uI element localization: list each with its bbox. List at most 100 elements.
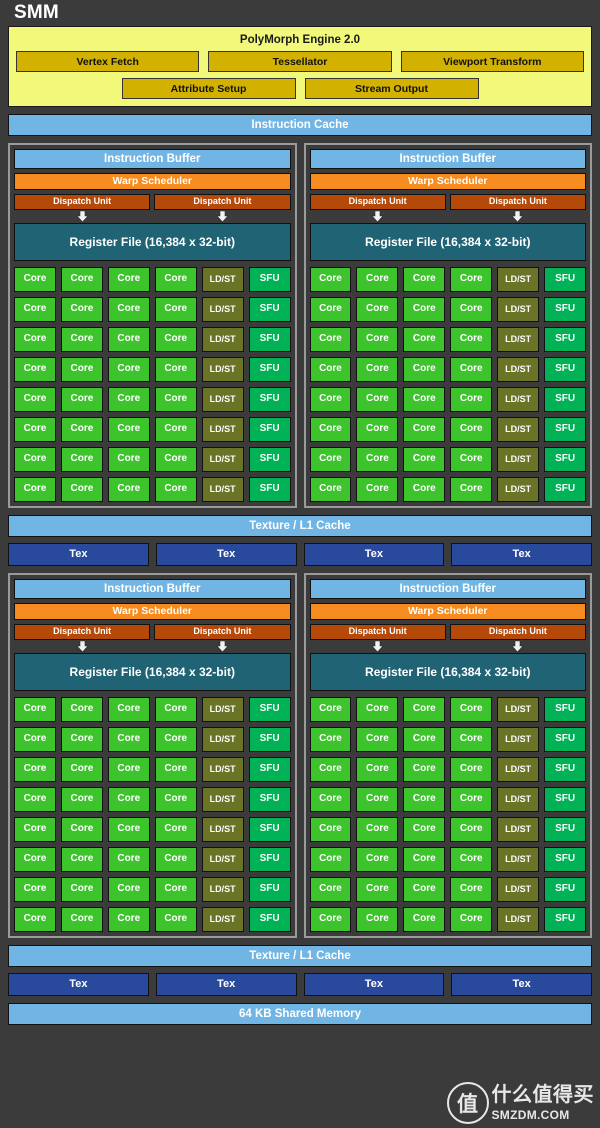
cuda-core[interactable]: Core bbox=[450, 357, 492, 382]
cuda-core[interactable]: Core bbox=[14, 787, 56, 812]
special-function-unit[interactable]: SFU bbox=[249, 697, 291, 722]
cuda-core[interactable]: Core bbox=[155, 757, 197, 782]
dispatch-unit[interactable]: Dispatch Unit bbox=[450, 624, 586, 640]
tex-unit[interactable]: Tex bbox=[156, 543, 297, 566]
dispatch-unit[interactable]: Dispatch Unit bbox=[14, 194, 150, 210]
cuda-core[interactable]: Core bbox=[310, 907, 352, 932]
special-function-unit[interactable]: SFU bbox=[249, 357, 291, 382]
cuda-core[interactable]: Core bbox=[108, 757, 150, 782]
load-store-unit[interactable]: LD/ST bbox=[497, 357, 539, 382]
cuda-core[interactable]: Core bbox=[403, 877, 445, 902]
cuda-core[interactable]: Core bbox=[155, 907, 197, 932]
cuda-core[interactable]: Core bbox=[450, 757, 492, 782]
cuda-core[interactable]: Core bbox=[61, 297, 103, 322]
special-function-unit[interactable]: SFU bbox=[249, 877, 291, 902]
load-store-unit[interactable]: LD/ST bbox=[202, 477, 244, 502]
special-function-unit[interactable]: SFU bbox=[249, 447, 291, 472]
load-store-unit[interactable]: LD/ST bbox=[202, 787, 244, 812]
cuda-core[interactable]: Core bbox=[356, 877, 398, 902]
cuda-core[interactable]: Core bbox=[14, 847, 56, 872]
cuda-core[interactable]: Core bbox=[155, 477, 197, 502]
load-store-unit[interactable]: LD/ST bbox=[497, 877, 539, 902]
cuda-core[interactable]: Core bbox=[155, 327, 197, 352]
cuda-core[interactable]: Core bbox=[310, 787, 352, 812]
cuda-core[interactable]: Core bbox=[356, 907, 398, 932]
load-store-unit[interactable]: LD/ST bbox=[202, 417, 244, 442]
cuda-core[interactable]: Core bbox=[155, 727, 197, 752]
cuda-core[interactable]: Core bbox=[108, 417, 150, 442]
tex-unit[interactable]: Tex bbox=[304, 543, 445, 566]
load-store-unit[interactable]: LD/ST bbox=[497, 817, 539, 842]
cuda-core[interactable]: Core bbox=[108, 267, 150, 292]
special-function-unit[interactable]: SFU bbox=[544, 727, 586, 752]
cuda-core[interactable]: Core bbox=[450, 877, 492, 902]
cuda-core[interactable]: Core bbox=[155, 697, 197, 722]
cuda-core[interactable]: Core bbox=[155, 817, 197, 842]
cuda-core[interactable]: Core bbox=[14, 297, 56, 322]
cuda-core[interactable]: Core bbox=[14, 817, 56, 842]
special-function-unit[interactable]: SFU bbox=[544, 417, 586, 442]
cuda-core[interactable]: Core bbox=[356, 327, 398, 352]
load-store-unit[interactable]: LD/ST bbox=[497, 387, 539, 412]
cuda-core[interactable]: Core bbox=[61, 327, 103, 352]
special-function-unit[interactable]: SFU bbox=[544, 697, 586, 722]
cuda-core[interactable]: Core bbox=[403, 727, 445, 752]
cuda-core[interactable]: Core bbox=[61, 787, 103, 812]
cuda-core[interactable]: Core bbox=[310, 267, 352, 292]
cuda-core[interactable]: Core bbox=[61, 697, 103, 722]
cuda-core[interactable]: Core bbox=[403, 847, 445, 872]
special-function-unit[interactable]: SFU bbox=[249, 477, 291, 502]
cuda-core[interactable]: Core bbox=[450, 477, 492, 502]
cuda-core[interactable]: Core bbox=[14, 757, 56, 782]
special-function-unit[interactable]: SFU bbox=[249, 327, 291, 352]
polymorph-unit-stream-output[interactable]: Stream Output bbox=[305, 78, 479, 99]
load-store-unit[interactable]: LD/ST bbox=[497, 327, 539, 352]
special-function-unit[interactable]: SFU bbox=[249, 417, 291, 442]
load-store-unit[interactable]: LD/ST bbox=[497, 297, 539, 322]
tex-unit[interactable]: Tex bbox=[451, 973, 592, 996]
cuda-core[interactable]: Core bbox=[356, 387, 398, 412]
cuda-core[interactable]: Core bbox=[310, 877, 352, 902]
cuda-core[interactable]: Core bbox=[450, 727, 492, 752]
cuda-core[interactable]: Core bbox=[14, 417, 56, 442]
load-store-unit[interactable]: LD/ST bbox=[497, 787, 539, 812]
special-function-unit[interactable]: SFU bbox=[544, 907, 586, 932]
cuda-core[interactable]: Core bbox=[356, 297, 398, 322]
load-store-unit[interactable]: LD/ST bbox=[202, 327, 244, 352]
cuda-core[interactable]: Core bbox=[310, 727, 352, 752]
cuda-core[interactable]: Core bbox=[61, 267, 103, 292]
cuda-core[interactable]: Core bbox=[403, 447, 445, 472]
load-store-unit[interactable]: LD/ST bbox=[497, 847, 539, 872]
load-store-unit[interactable]: LD/ST bbox=[497, 447, 539, 472]
load-store-unit[interactable]: LD/ST bbox=[497, 727, 539, 752]
load-store-unit[interactable]: LD/ST bbox=[202, 357, 244, 382]
special-function-unit[interactable]: SFU bbox=[544, 267, 586, 292]
dispatch-unit[interactable]: Dispatch Unit bbox=[450, 194, 586, 210]
cuda-core[interactable]: Core bbox=[403, 787, 445, 812]
cuda-core[interactable]: Core bbox=[108, 387, 150, 412]
cuda-core[interactable]: Core bbox=[14, 357, 56, 382]
cuda-core[interactable]: Core bbox=[403, 297, 445, 322]
cuda-core[interactable]: Core bbox=[155, 387, 197, 412]
load-store-unit[interactable]: LD/ST bbox=[202, 847, 244, 872]
cuda-core[interactable]: Core bbox=[61, 727, 103, 752]
tex-unit[interactable]: Tex bbox=[451, 543, 592, 566]
cuda-core[interactable]: Core bbox=[403, 387, 445, 412]
special-function-unit[interactable]: SFU bbox=[544, 877, 586, 902]
cuda-core[interactable]: Core bbox=[356, 697, 398, 722]
cuda-core[interactable]: Core bbox=[108, 697, 150, 722]
cuda-core[interactable]: Core bbox=[155, 787, 197, 812]
cuda-core[interactable]: Core bbox=[108, 907, 150, 932]
cuda-core[interactable]: Core bbox=[356, 757, 398, 782]
cuda-core[interactable]: Core bbox=[450, 297, 492, 322]
special-function-unit[interactable]: SFU bbox=[544, 297, 586, 322]
cuda-core[interactable]: Core bbox=[450, 787, 492, 812]
load-store-unit[interactable]: LD/ST bbox=[202, 447, 244, 472]
dispatch-unit[interactable]: Dispatch Unit bbox=[310, 624, 446, 640]
cuda-core[interactable]: Core bbox=[108, 727, 150, 752]
special-function-unit[interactable]: SFU bbox=[544, 327, 586, 352]
special-function-unit[interactable]: SFU bbox=[249, 757, 291, 782]
cuda-core[interactable]: Core bbox=[61, 477, 103, 502]
cuda-core[interactable]: Core bbox=[450, 417, 492, 442]
cuda-core[interactable]: Core bbox=[450, 327, 492, 352]
